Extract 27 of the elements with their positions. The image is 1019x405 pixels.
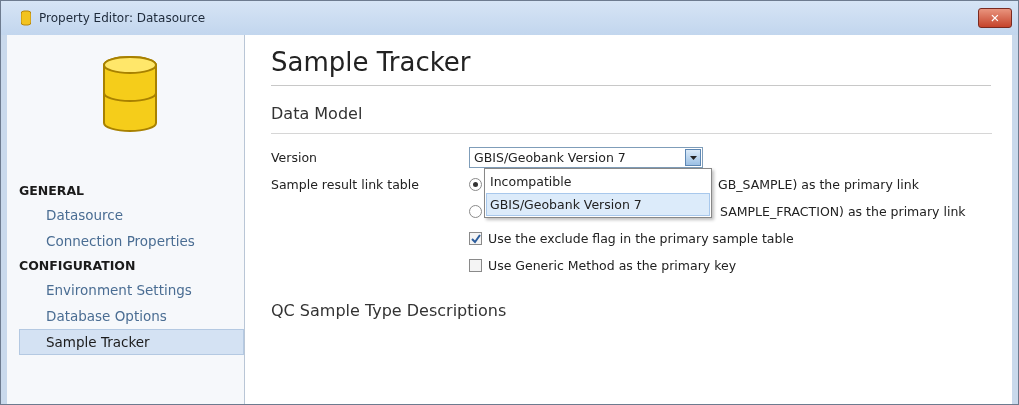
database-icon: [21, 10, 31, 26]
window-title: Property Editor: Datasource: [39, 11, 207, 25]
sidebar-item[interactable]: Database Options: [19, 303, 244, 329]
sidebar-item[interactable]: Environment Settings: [19, 277, 244, 303]
dropdown-option[interactable]: GBIS/Geobank Version 7: [486, 193, 710, 216]
checkbox[interactable]: [469, 259, 482, 272]
section-title: Data Model: [271, 86, 992, 134]
checkbox[interactable]: [469, 232, 482, 245]
sidebar-item[interactable]: Datasource: [19, 202, 244, 228]
sidebar-item[interactable]: Sample Tracker: [19, 329, 244, 355]
option-label: SAMPLE_FRACTION) as the primary link: [720, 204, 966, 219]
close-button[interactable]: ×: [978, 8, 1012, 28]
caret-icon: [685, 149, 701, 166]
sidebar-item[interactable]: Connection Properties: [19, 228, 244, 254]
section-heading: CONFIGURATION: [18, 257, 137, 275]
section-heading: GENERAL: [18, 182, 86, 200]
section-title: QC Sample Type Descriptions: [271, 300, 508, 322]
field-label: Version: [271, 150, 318, 165]
page-title: Sample Tracker: [271, 47, 991, 86]
database-icon: [101, 55, 158, 135]
version-dropdown[interactable]: GBIS/Geobank Version 7: [469, 147, 703, 168]
radio-button[interactable]: [469, 205, 482, 218]
option-label: GB_SAMPLE) as the primary link: [718, 177, 919, 192]
radio-button[interactable]: [469, 178, 482, 191]
field-label: Sample result link table: [271, 177, 420, 192]
checkbox-label: Use the exclude flag in the primary sample table: [488, 231, 794, 246]
checkbox-label: Use Generic Method as the primary key: [488, 258, 737, 273]
